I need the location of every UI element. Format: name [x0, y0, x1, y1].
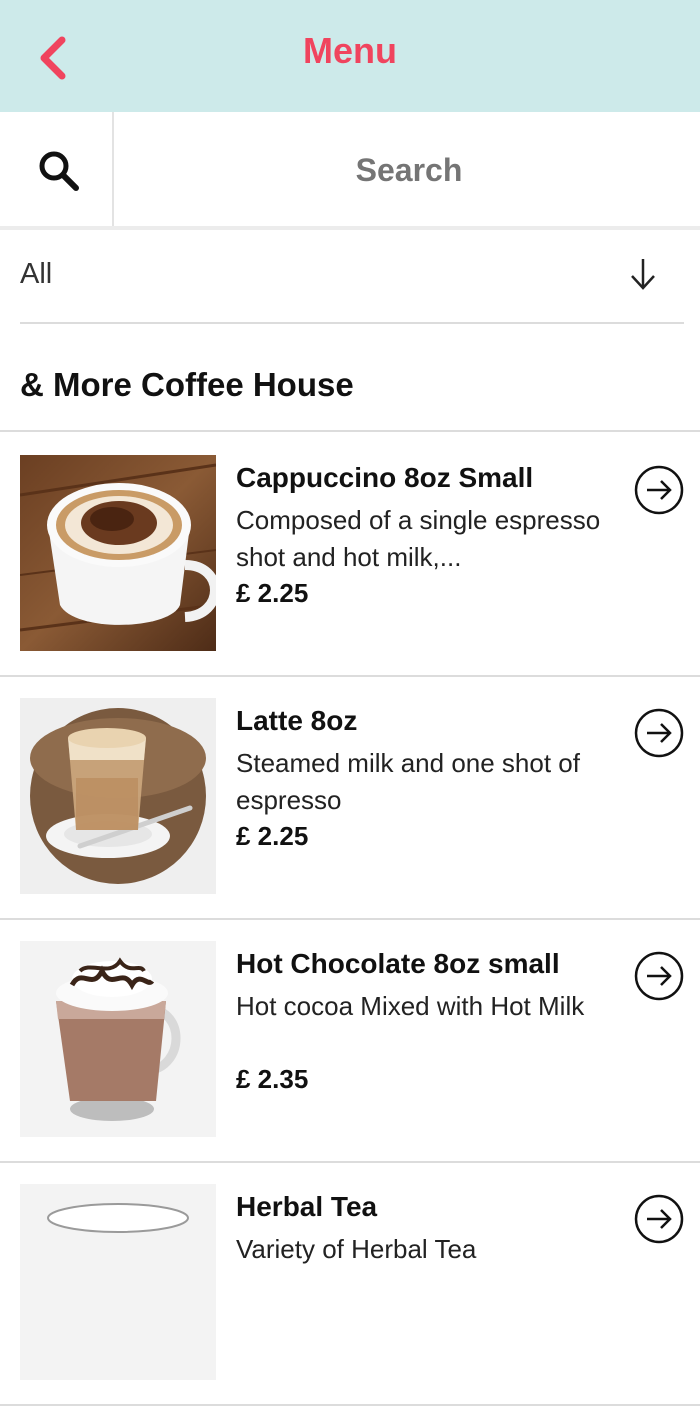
arrow-right-circle-icon[interactable] — [634, 951, 684, 1001]
item-image-cappuccino — [20, 455, 216, 651]
item-description: Composed of a single espresso shot and h… — [236, 505, 601, 572]
menu-item[interactable]: Latte 8oz Steamed milk and one shot of e… — [0, 675, 700, 920]
category-filter-dropdown[interactable]: All — [20, 232, 684, 324]
filter-label: All — [20, 258, 53, 290]
item-name: Hot Chocolate 8oz small — [236, 948, 560, 979]
menu-item[interactable]: Cappuccino 8oz Small Composed of a singl… — [0, 432, 700, 677]
item-name: Cappuccino 8oz Small — [236, 462, 534, 493]
search-button[interactable] — [0, 112, 114, 226]
item-description: Steamed milk and one shot of espresso — [236, 748, 580, 815]
item-price: £ 2.25 — [236, 821, 309, 851]
item-name: Herbal Tea — [236, 1191, 378, 1222]
item-image-latte — [20, 698, 216, 894]
arrow-right-circle-icon[interactable] — [634, 1194, 684, 1244]
item-name: Latte 8oz — [236, 705, 358, 736]
arrow-right-circle-icon[interactable] — [634, 708, 684, 758]
search-bar — [0, 112, 700, 230]
arrow-right-circle-icon[interactable] — [634, 465, 684, 515]
section-title: & More Coffee House — [20, 366, 354, 403]
item-image-herbal-tea — [20, 1184, 216, 1380]
search-input[interactable] — [114, 112, 700, 228]
header-bar: Menu — [0, 0, 700, 112]
page-title: Menu — [303, 30, 397, 71]
item-price: £ 2.35 — [236, 1064, 309, 1094]
search-icon — [39, 151, 79, 191]
item-price: £ 2.25 — [236, 578, 309, 608]
item-description: Hot cocoa Mixed with Hot Milk — [236, 991, 585, 1021]
menu-item[interactable]: Herbal Tea Variety of Herbal Tea — [0, 1161, 700, 1406]
item-description: Variety of Herbal Tea — [236, 1234, 477, 1264]
menu-item[interactable]: Hot Chocolate 8oz small Hot cocoa Mixed … — [0, 918, 700, 1163]
item-image-hot-chocolate — [20, 941, 216, 1137]
arrow-down-icon — [631, 259, 655, 290]
